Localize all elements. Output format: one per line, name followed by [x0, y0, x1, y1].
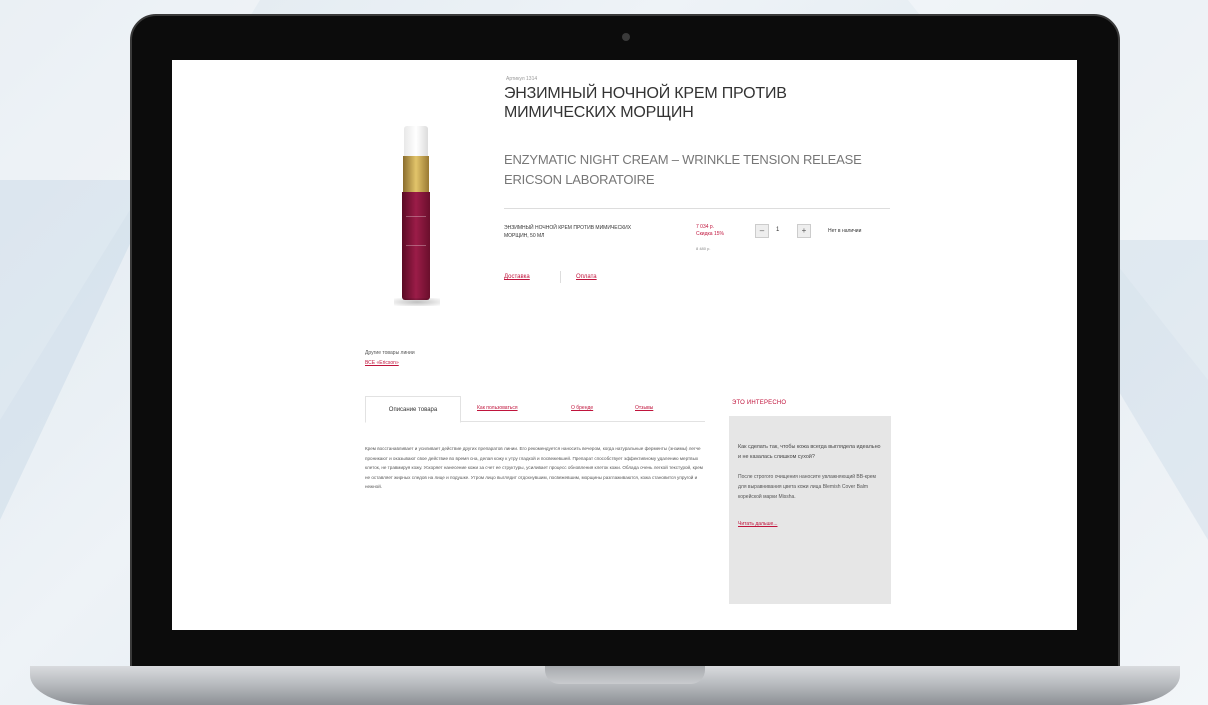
product-subtitle: ENZYMATIC NIGHT CREAM – WRINKLE TENSION …: [504, 150, 884, 190]
product-tabs: Описание товара Как пользоваться О бренд…: [365, 396, 705, 423]
price-block: 7 034 р. Скидка 15%: [696, 224, 724, 238]
qty-value[interactable]: 1: [776, 227, 779, 233]
tab-description[interactable]: Описание товара: [365, 396, 461, 423]
product-description: Крем восстанавливает и усиливает действи…: [365, 446, 703, 490]
camera-icon: [622, 33, 630, 41]
price-old: 8 480 р.: [696, 246, 711, 251]
product-brand: ERICSON LABORATOIRE: [504, 172, 655, 187]
sidebar-title: ЭТО ИНТЕРЕСНО: [732, 400, 787, 406]
sidebar-question: Как сделать так, чтобы кожа всегда выгля…: [738, 444, 881, 460]
discount: Скидка 15%: [696, 231, 724, 237]
price: 7 034 р.: [696, 224, 715, 230]
payment-link[interactable]: Оплата: [576, 274, 597, 280]
sidebar-box: Как сделать так, чтобы кожа всегда выгля…: [729, 416, 891, 604]
other-products-link[interactable]: ВСЕ «Ericson»: [365, 360, 399, 366]
laptop-screen: Артикул 1314 ЭНЗИМНЫЙ НОЧНОЙ КРЕМ ПРОТИВ…: [172, 60, 1077, 630]
product-image[interactable]: [394, 126, 440, 306]
delivery-link[interactable]: Доставка: [504, 274, 530, 280]
link-separator: [560, 271, 561, 283]
qty-minus-button[interactable]: –: [755, 224, 769, 238]
tab-how-to-use[interactable]: Как пользоваться: [477, 405, 518, 411]
laptop-notch: [545, 666, 705, 684]
bottle-body: [402, 192, 430, 300]
product-sku: Артикул 1314: [506, 76, 538, 82]
product-title-en: ENZYMATIC NIGHT CREAM – WRINKLE TENSION …: [504, 152, 862, 167]
tab-brand[interactable]: О бренде: [571, 405, 593, 411]
cart-status[interactable]: Нет в наличии: [828, 228, 861, 234]
bottle-label: [406, 216, 426, 246]
other-products-label: Другие товары линии: [365, 350, 415, 356]
read-more-link[interactable]: Читать дальше...: [738, 521, 778, 527]
bottle-collar: [403, 156, 429, 192]
qty-plus-button[interactable]: +: [797, 224, 811, 238]
bottle-shadow: [394, 298, 440, 306]
tab-reviews[interactable]: Отзывы: [635, 405, 653, 411]
bottle-cap: [404, 126, 428, 156]
product-title: ЭНЗИМНЫЙ НОЧНОЙ КРЕМ ПРОТИВ МИМИЧЕСКИХ М…: [504, 85, 787, 121]
divider: [504, 208, 890, 209]
sidebar-text: После строгого очищения наносите увлажня…: [738, 474, 876, 500]
variant-name: ЭНЗИМНЫЙ НОЧНОЙ КРЕМ ПРОТИВ МИМИЧЕСКИХ М…: [504, 225, 632, 239]
